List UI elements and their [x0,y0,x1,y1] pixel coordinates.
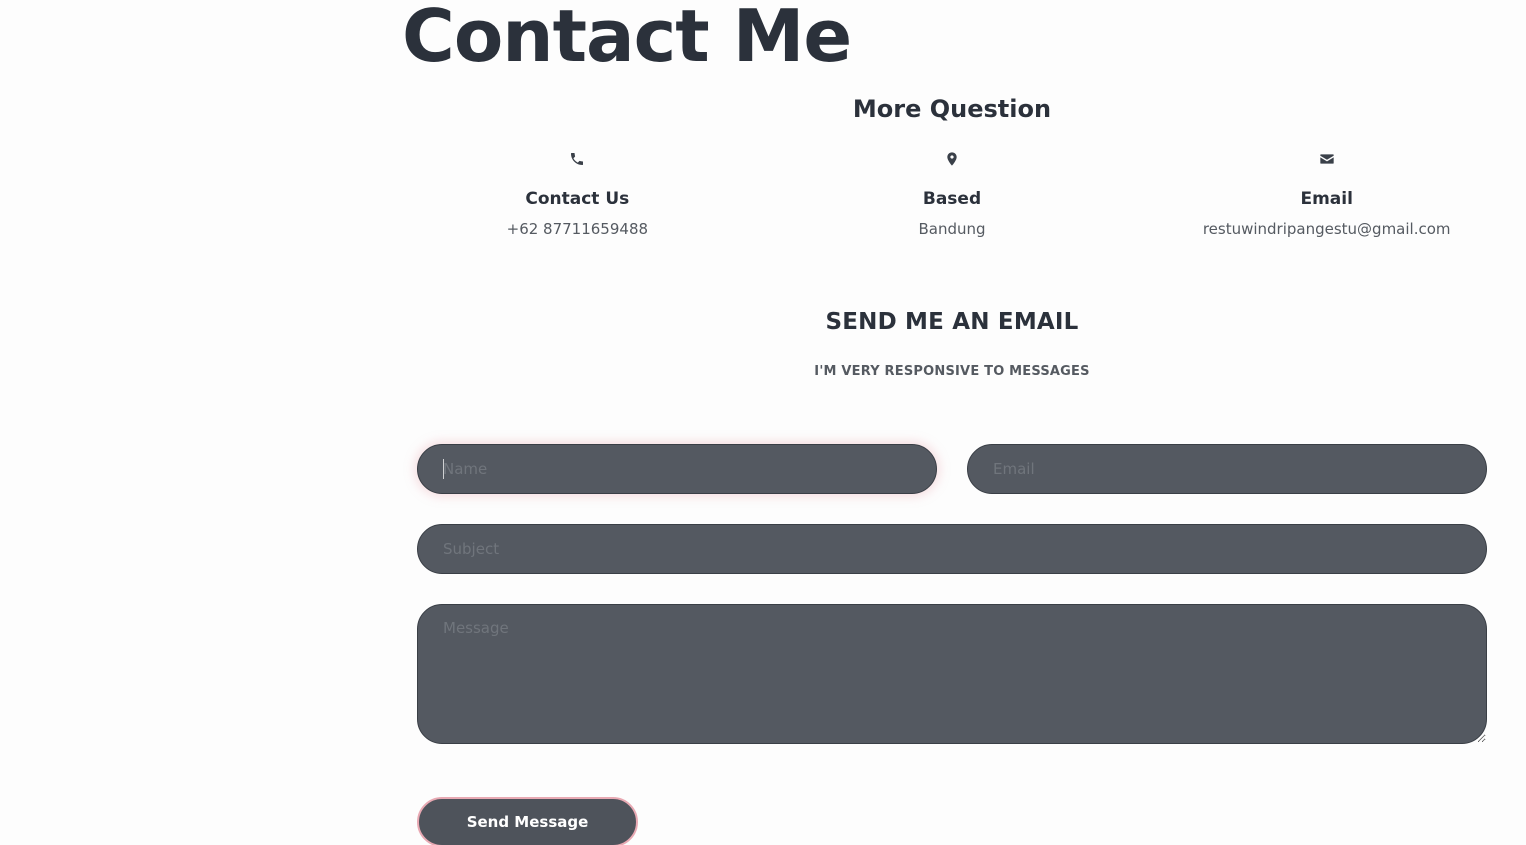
send-email-subheading: I'M VERY RESPONSIVE TO MESSAGES [814,364,1090,379]
email-input[interactable] [967,444,1487,494]
send-email-heading: SEND ME AN EMAIL [825,309,1079,335]
email-address: restuwindripangestu@gmail.com [1202,220,1451,238]
contact-us-label: Contact Us [525,189,630,209]
based-label: Based [922,189,982,209]
page-title: Contact Me [402,0,852,78]
text-cursor [443,459,444,479]
subject-input[interactable] [417,524,1487,574]
phone-icon [566,148,588,170]
contact-info-email: Email restuwindripangestu@gmail.com [1139,148,1514,239]
email-label: Email [1300,189,1353,209]
contact-info-phone: Contact Us +62 87711659488 [390,148,765,239]
phone-number: +62 87711659488 [506,220,649,238]
message-textarea[interactable] [417,604,1487,744]
map-pin-icon [941,148,963,170]
contact-info-location: Based Bandung [765,148,1140,239]
send-message-button[interactable]: Send Message [417,797,638,845]
more-question-heading: More Question [852,95,1052,123]
contact-page: Contact Me More Question Contact Us +62 … [0,0,1526,845]
envelope-icon [1316,148,1338,170]
location-value: Bandung [918,220,986,238]
contact-info-row: Contact Us +62 87711659488 Based Bandung… [390,148,1514,239]
name-input[interactable] [417,444,937,494]
